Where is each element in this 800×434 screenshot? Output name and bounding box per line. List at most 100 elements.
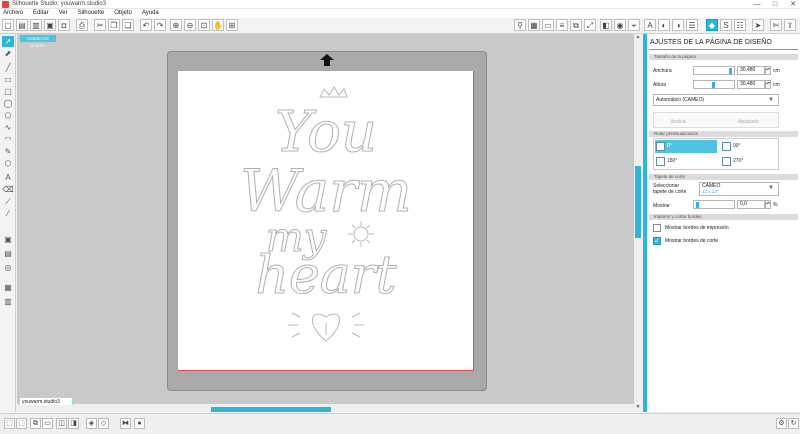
send-panel-icon[interactable]: ▦ [2,282,14,293]
menu-editar[interactable]: Editar [30,9,54,16]
menu-silhouette[interactable]: Silhouette [75,9,110,16]
transform-icon[interactable]: ⤢ [584,19,596,31]
library-tab-icon[interactable]: ☷ [734,19,746,31]
mat-show-spinner[interactable]: ▴▾ [765,200,771,209]
open-icon[interactable]: ▤ [16,19,28,31]
refresh-icon[interactable]: ↻ [788,418,799,429]
text-tool-icon[interactable]: A [2,172,14,183]
zoom-icon[interactable]: ⊕ [170,19,182,31]
select-all-icon[interactable]: ⬚ [4,418,15,429]
design-page-settings-icon[interactable]: ⚲ [514,19,526,31]
zoom-fit-icon[interactable]: ⊡ [198,19,210,31]
orientation-vertical[interactable]: Vertical [670,119,686,126]
lettering-artwork[interactable]: You Warm my heart [178,71,474,371]
design-tab-icon[interactable]: ◆ [706,19,718,31]
height-slider[interactable] [693,80,735,89]
menu-archivo[interactable]: Archivo [0,9,28,16]
duplicate-icon[interactable]: ⧉ [30,418,41,429]
arc-tool-icon[interactable]: ◠ [2,134,14,145]
show-cut-borders-checkbox[interactable]: ✓ [653,237,661,245]
zoom-out-icon[interactable]: ⊖ [184,19,196,31]
curve-tool-icon[interactable]: ∿ [2,122,14,133]
mat-show-slider[interactable] [693,200,735,209]
cut-icon[interactable]: ✂ [94,19,106,31]
width-input[interactable]: 30,480 [737,66,765,75]
offset-icon[interactable]: ◉ [614,19,626,31]
save-icon[interactable]: ▣ [44,19,56,31]
point-edit-icon[interactable]: ⬈ [2,48,14,59]
library-panel-icon[interactable]: ▣ [2,234,14,245]
store-tab-icon[interactable]: S [720,19,732,31]
deselect-icon[interactable]: ⬚ [16,418,27,429]
mat-show-slider-handle[interactable] [696,202,699,208]
rotate-180-option[interactable]: 180° [655,155,717,168]
paste-icon[interactable]: ❏ [122,19,134,31]
minimize-button[interactable]: — [748,0,766,9]
copy-icon[interactable]: ❐ [108,19,120,31]
page-preset-select[interactable]: Automático (CAMEO) ▼ [653,94,779,106]
menu-ayuda[interactable]: Ayuda [139,9,164,16]
horizontal-scroll-thumb[interactable] [211,407,331,412]
height-slider-handle[interactable] [712,82,715,88]
polygon-shapes-icon[interactable]: ⬡ [2,158,14,169]
width-slider-handle[interactable] [729,68,732,74]
send-icon[interactable]: ➤ [752,19,764,31]
mat-show-input[interactable]: 0,0 [737,200,765,209]
group-icon[interactable]: ◫ [56,418,67,429]
layout-panel-icon[interactable]: ▥ [2,296,14,307]
modify-icon[interactable]: ◧ [600,19,612,31]
rotate-90-option[interactable]: 90° [721,140,777,153]
rectangle-tool-icon[interactable]: ▭ [2,74,14,85]
settings-gear-icon[interactable]: ⚙ [776,418,787,429]
show-print-borders-checkbox[interactable] [653,224,661,232]
fill-color-icon[interactable]: ◐ [658,19,670,31]
send-to-silhouette-icon[interactable]: ⇪ [784,19,796,31]
rotate-270-option[interactable]: 270° [721,155,777,168]
bring-front-icon[interactable]: ● [134,418,145,429]
store-panel-icon[interactable]: ◎ [2,262,14,273]
rounded-rect-tool-icon[interactable]: ▢ [2,86,14,97]
height-input[interactable]: 30,480 [737,80,765,89]
line-color-icon[interactable]: ◑ [672,19,684,31]
width-slider[interactable] [693,66,735,75]
align-icon[interactable]: ≡ [556,19,568,31]
select-tool-icon[interactable]: ➚ [2,36,14,47]
ellipse-tool-icon[interactable]: ◯ [2,98,14,109]
print-icon[interactable]: ⎙ [76,19,88,31]
polygon-tool-icon[interactable]: ⬠ [2,110,14,121]
delete-icon[interactable]: ▭ [42,418,53,429]
eyedropper-tool-icon[interactable]: ⁄ [2,208,14,219]
pencil-tool-icon[interactable]: ✎ [2,146,14,157]
trace-icon[interactable]: ⌖ [628,19,640,31]
eraser-tool-icon[interactable]: ⌫ [2,184,14,195]
knife-tool-icon[interactable]: ⟋ [2,196,14,207]
grid-icon[interactable]: ▦ [528,19,540,31]
ungroup-icon[interactable]: ◨ [68,418,79,429]
scroll-up-icon[interactable]: ▲ [634,34,642,41]
weld-icon[interactable]: ⧓ [120,418,131,429]
line-style-icon[interactable]: ☰ [686,19,698,31]
fit-page-icon[interactable]: ⊞ [226,19,238,31]
undo-icon[interactable]: ↶ [140,19,152,31]
horizontal-scrollbar[interactable] [17,405,634,413]
menu-objeto[interactable]: Objeto [111,9,137,16]
pan-icon[interactable]: ✋ [212,19,224,31]
scroll-down-icon[interactable]: ▼ [634,404,642,411]
orientation-landscape[interactable]: Apaisado [738,119,759,126]
release-compound-icon[interactable]: ◇ [98,418,109,429]
vertical-scrollbar[interactable]: ▲ ▼ [634,34,642,412]
page-icon[interactable]: ▭ [542,19,554,31]
text-style-icon[interactable]: A [644,19,656,31]
rotate-0-option[interactable]: 0° [655,140,717,153]
maximize-button[interactable]: □ [766,0,784,9]
library-icon[interactable]: ▥ [30,19,42,31]
height-spinner[interactable]: ▴▾ [765,80,771,89]
compound-path-icon[interactable]: ◈ [86,418,97,429]
redo-icon[interactable]: ↷ [154,19,166,31]
new-document-icon[interactable]: ▢ [2,19,14,31]
shapes-panel-icon[interactable]: ▤ [2,248,14,259]
menu-ver[interactable]: Ver [56,9,73,16]
replicate-icon[interactable]: ⧉ [570,19,582,31]
close-button[interactable]: ✕ [784,0,800,9]
line-tool-icon[interactable]: ╱ [2,62,14,73]
